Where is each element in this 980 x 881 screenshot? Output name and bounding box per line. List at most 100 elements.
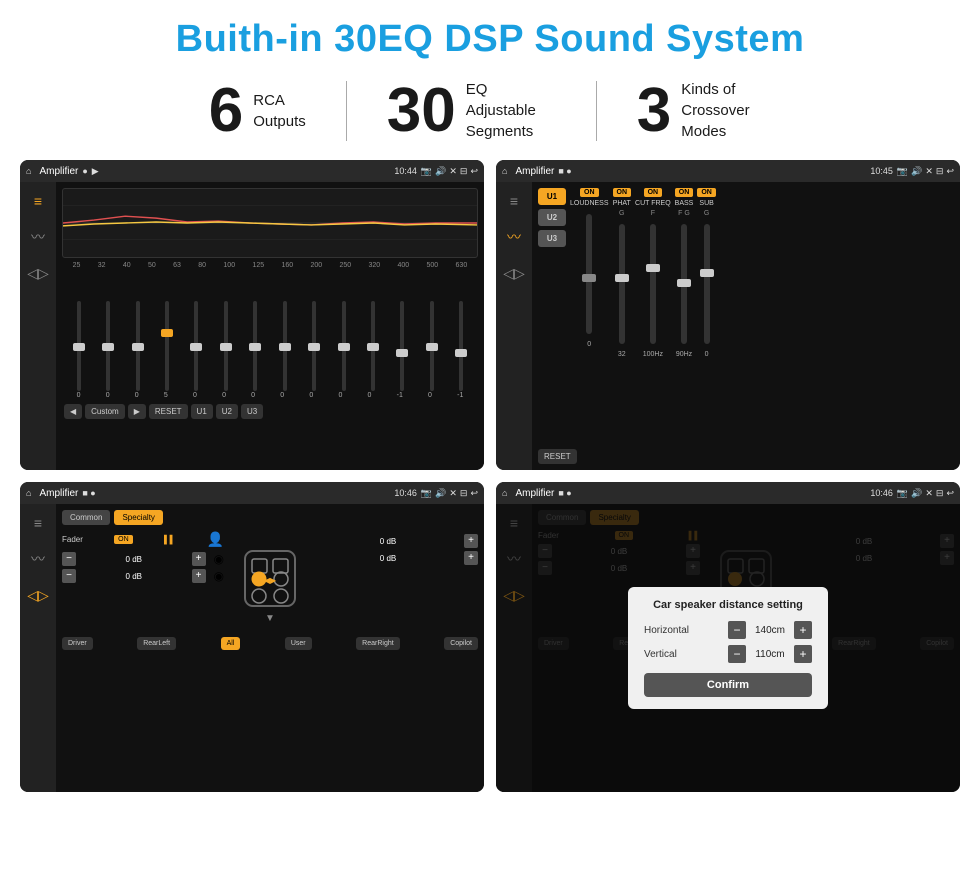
preset-u2[interactable]: U2 xyxy=(538,209,566,226)
db-row-1: − 0 dB + ◉ xyxy=(62,552,224,566)
dialog-vertical-row: Vertical − 110cm + xyxy=(644,645,812,663)
loudness-slider[interactable] xyxy=(586,214,592,334)
eq-freq-labels: 2532405063 80100125160200 25032040050063… xyxy=(62,262,478,269)
on-badge-cutfreq: ON xyxy=(644,188,663,197)
horizontal-minus-btn[interactable]: − xyxy=(728,621,746,639)
crossover-status-icons: 📷🔊✕⊟↩ xyxy=(897,166,954,177)
db-val-2: 0 dB xyxy=(80,572,188,581)
preset-u1[interactable]: U1 xyxy=(538,188,566,205)
user-btn[interactable]: User xyxy=(285,637,312,650)
dialog-title: Car speaker distance setting xyxy=(644,599,812,611)
fader-nav-vol[interactable]: ◁▷ xyxy=(27,584,49,606)
ctrl-val-bass: 90Hz xyxy=(676,351,692,358)
plus-btn-1[interactable]: + xyxy=(192,552,206,566)
db-row-4: 0 dB + xyxy=(316,551,478,565)
eq-values-row: 0005000 0000-10-1 xyxy=(62,391,478,400)
eq-side-nav: ≡ 〰 ◁▷ xyxy=(20,182,56,470)
eq-sliders xyxy=(62,271,478,391)
eq-play-btn[interactable]: ▶ xyxy=(128,404,146,419)
db-row-3: 0 dB + xyxy=(316,534,478,548)
eq-status-bar: ⌂ Amplifier ● ▶ 10:44 📷🔊✕⊟↩ xyxy=(20,160,484,182)
stat-number-crossover: 3 xyxy=(637,80,671,142)
stat-crossover: 3 Kinds ofCrossover Modes xyxy=(597,79,811,142)
fader-label-row: Fader ON ▌▌ 👤 xyxy=(62,531,224,548)
horizontal-plus-btn[interactable]: + xyxy=(794,621,812,639)
db-val-1: 0 dB xyxy=(80,555,188,564)
ctrl-label-cutfreq: CUT FREQ xyxy=(635,200,671,207)
crossover-nav-wave[interactable]: 〰 xyxy=(503,226,525,248)
crossover-side-nav: ≡ 〰 ◁▷ xyxy=(496,182,532,470)
plus-btn-2[interactable]: + xyxy=(192,569,206,583)
plus-btn-4[interactable]: + xyxy=(464,551,478,565)
rearright-btn[interactable]: RearRight xyxy=(356,637,400,650)
eq-preset-custom[interactable]: Custom xyxy=(85,404,125,419)
eq-u2-btn[interactable]: U2 xyxy=(216,404,238,419)
eq-reset-btn[interactable]: RESET xyxy=(149,404,188,419)
crossover-screen-content: ≡ 〰 ◁▷ U1 U2 U3 ON xyxy=(496,182,960,470)
rearleft-btn[interactable]: RearLeft xyxy=(137,637,176,650)
dialog-time: 10:46 xyxy=(870,488,893,498)
stat-eq: 30 EQ AdjustableSegments xyxy=(347,79,596,142)
crossover-nav-eq[interactable]: ≡ xyxy=(503,190,525,212)
car-diagram: ◀▶ ▼ xyxy=(230,531,310,631)
cutfreq-slider[interactable] xyxy=(650,224,656,344)
fader-nav-wave[interactable]: 〰 xyxy=(27,548,49,570)
fader-time: 10:46 xyxy=(394,488,417,498)
confirm-button[interactable]: Confirm xyxy=(644,673,812,697)
copilot-btn[interactable]: Copilot xyxy=(444,637,478,650)
stat-label-eq: EQ AdjustableSegments xyxy=(466,79,556,142)
crossover-home-icon[interactable]: ⌂ xyxy=(502,166,507,176)
fader-status-icons: 📷🔊✕⊟↩ xyxy=(421,488,478,499)
eq-u3-btn[interactable]: U3 xyxy=(241,404,263,419)
dialog-horizontal-label: Horizontal xyxy=(644,625,689,636)
vertical-minus-btn[interactable]: − xyxy=(728,645,746,663)
ctrl-sublabel-bass: F G xyxy=(678,210,690,217)
on-badge-loudness: ON xyxy=(580,188,599,197)
crossover-main: U1 U2 U3 ON LOUDNESS 0 xyxy=(532,182,960,470)
nav-eq-icon[interactable]: ≡ xyxy=(27,190,49,212)
dialog-status-icons: 📷🔊✕⊟↩ xyxy=(897,488,954,499)
vertical-plus-btn[interactable]: + xyxy=(794,645,812,663)
speaker-icon-2: ◉ xyxy=(214,569,224,583)
crossover-time: 10:45 xyxy=(870,166,893,176)
crossover-reset-btn[interactable]: RESET xyxy=(538,449,577,464)
eq-screen-content: ≡ 〰 ◁▷ xyxy=(20,182,484,470)
dialog-home-icon[interactable]: ⌂ xyxy=(502,488,507,498)
db-row-2: − 0 dB + ◉ xyxy=(62,569,224,583)
preset-u3[interactable]: U3 xyxy=(538,230,566,247)
eq-prev-btn[interactable]: ◀ xyxy=(64,404,82,419)
eq-u1-btn[interactable]: U1 xyxy=(191,404,213,419)
dialog-app-name: Amplifier xyxy=(515,488,554,499)
on-badge-bass: ON xyxy=(675,188,694,197)
fader-on-btn[interactable]: ON xyxy=(114,535,133,544)
fader-tab-row: Common Specialty xyxy=(62,510,478,525)
play-icon[interactable]: ▶ xyxy=(92,166,99,177)
bass-slider[interactable] xyxy=(681,224,687,344)
crossover-nav-vol[interactable]: ◁▷ xyxy=(503,262,525,284)
crossover-controls-area: U1 U2 U3 ON LOUDNESS 0 xyxy=(538,188,954,445)
tab-specialty[interactable]: Specialty xyxy=(114,510,162,525)
dialog-overlay: Car speaker distance setting Horizontal … xyxy=(496,504,960,792)
svg-text:◀▶: ◀▶ xyxy=(264,576,277,585)
home-icon[interactable]: ⌂ xyxy=(26,166,31,176)
fader-dot: ■ ● xyxy=(82,488,95,498)
fader-nav-eq[interactable]: ≡ xyxy=(27,512,49,534)
minus-btn-2[interactable]: − xyxy=(62,569,76,583)
dialog-status-bar: ⌂ Amplifier ■ ● 10:46 📷🔊✕⊟↩ xyxy=(496,482,960,504)
driver-btn[interactable]: Driver xyxy=(62,637,93,650)
page-title: Buith-in 30EQ DSP Sound System xyxy=(0,0,980,71)
fader-app-name: Amplifier xyxy=(39,488,78,499)
dialog-vertical-label: Vertical xyxy=(644,649,677,660)
eq-time: 10:44 xyxy=(394,166,417,176)
fader-home-icon[interactable]: ⌂ xyxy=(26,488,31,498)
minus-btn-1[interactable]: − xyxy=(62,552,76,566)
sub-slider[interactable] xyxy=(704,224,710,344)
plus-btn-3[interactable]: + xyxy=(464,534,478,548)
all-btn[interactable]: All xyxy=(221,637,241,650)
eq-dot1: ● xyxy=(82,166,87,176)
nav-wave-icon[interactable]: 〰 xyxy=(27,226,49,248)
nav-vol-icon[interactable]: ◁▷ xyxy=(27,262,49,284)
tab-common[interactable]: Common xyxy=(62,510,110,525)
ctrl-cutfreq: ON CUT FREQ F 100Hz xyxy=(635,188,671,445)
phat-slider[interactable] xyxy=(619,224,625,344)
